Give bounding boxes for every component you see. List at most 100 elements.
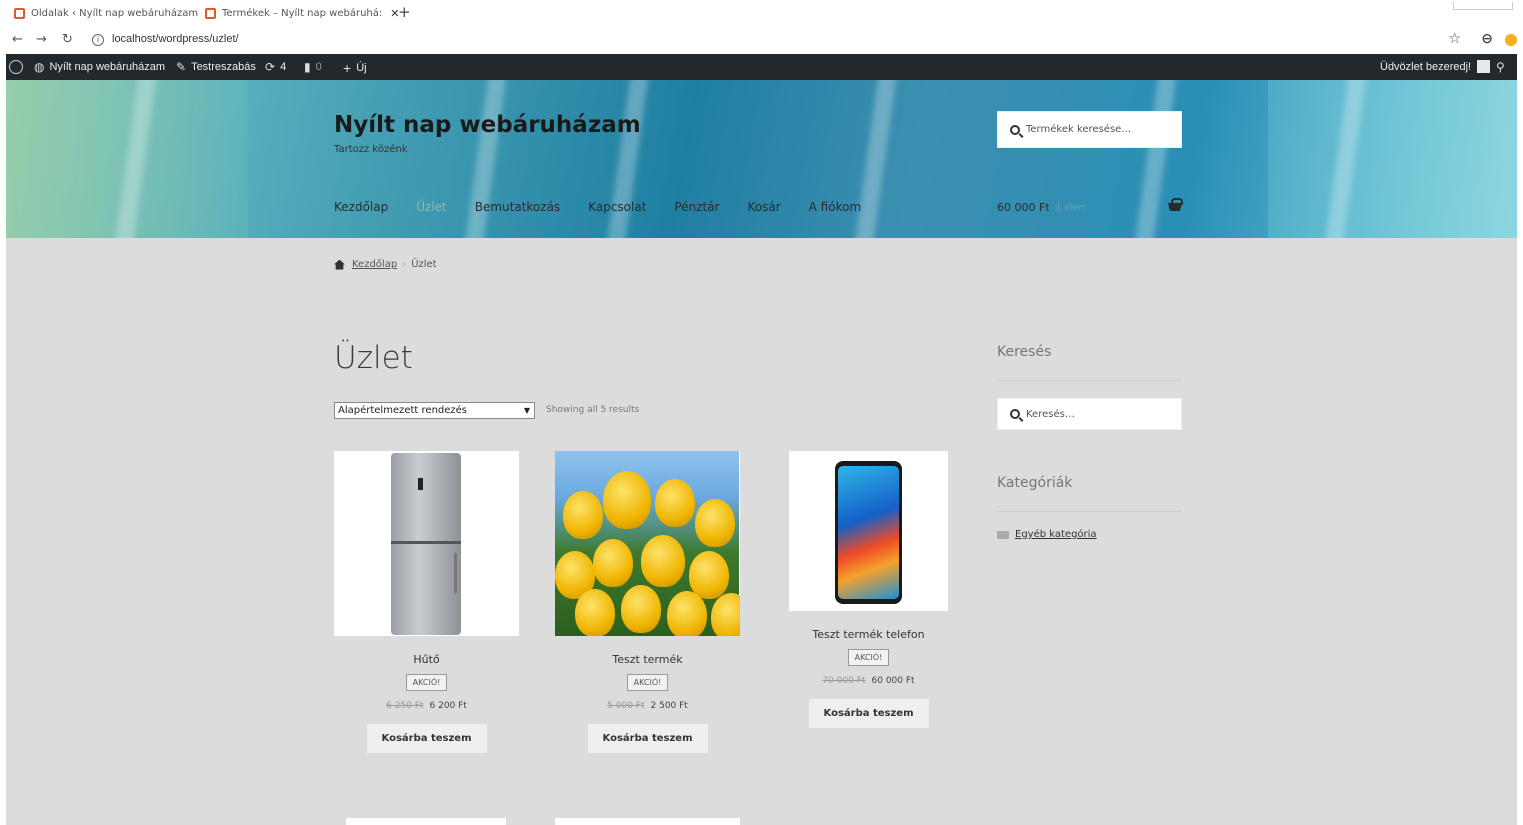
header-streak xyxy=(851,80,899,238)
product-price: 5 000 Ft 2 500 Ft xyxy=(555,701,740,711)
site-name-label: Nyílt nap webáruházam xyxy=(49,61,166,73)
cart-count: 1 elem xyxy=(1055,202,1087,213)
forward-icon[interactable]: → xyxy=(36,32,47,47)
result-count: Showing all 5 results xyxy=(546,405,640,415)
primary-navigation: Kezdőlap Üzlet Bemutatkozás Kapcsolat Pé… xyxy=(334,200,889,214)
product-image[interactable] xyxy=(789,451,948,611)
divider xyxy=(997,380,1182,381)
header-decoration xyxy=(1268,80,1517,238)
product-price: 6 250 Ft 6 200 Ft xyxy=(334,701,519,711)
product-image[interactable] xyxy=(555,818,740,825)
search-placeholder: Keresés… xyxy=(1026,408,1075,420)
browser-window: Oldalak ‹ Nyílt nap webáruházam ✕ Termék… xyxy=(6,0,1517,825)
add-to-cart-button[interactable]: Kosárba teszem xyxy=(808,699,929,728)
site-title[interactable]: Nyílt nap webáruházam xyxy=(334,112,641,138)
tab-label: Oldalak ‹ Nyílt nap webáruházam xyxy=(31,7,199,19)
profile-icon[interactable]: ⊖ xyxy=(1481,31,1493,47)
product-search-input[interactable]: Termékek keresése… xyxy=(997,111,1182,148)
orderby-select[interactable]: Alapértelmezett rendezés ▼ xyxy=(334,402,535,419)
home-icon xyxy=(334,259,345,270)
avatar xyxy=(1477,60,1491,73)
extension-icon[interactable] xyxy=(1505,34,1517,46)
site-name-menu[interactable]: ◍ Nyílt nap webáruházam xyxy=(34,60,165,74)
product-card: Teszt termék telefon AKCIÓ! 70 000 Ft 60 … xyxy=(789,451,948,728)
nav-item-checkout[interactable]: Pénztár xyxy=(674,200,719,214)
widget-title-search: Keresés xyxy=(997,344,1052,360)
cart-total: 60 000 Ft xyxy=(997,201,1050,214)
favicon-icon xyxy=(14,7,25,19)
bookmark-star-icon[interactable]: ☆ xyxy=(1448,31,1461,47)
product-price: 70 000 Ft 60 000 Ft xyxy=(789,676,948,686)
header-cart[interactable]: 60 000 Ft 1 elem xyxy=(997,198,1183,214)
comments-count: 0 xyxy=(315,61,322,73)
search-icon xyxy=(1010,409,1020,419)
customize-label: Testreszabás xyxy=(191,61,256,73)
product-card: Teszt termék AKCIÓ! 5 000 Ft 2 500 Ft Kos… xyxy=(555,451,740,753)
tab-products[interactable]: Termékek – Nyílt nap webáruhá: ✕ xyxy=(205,4,399,22)
new-tab-button[interactable]: + xyxy=(398,3,411,21)
site-header: Nyílt nap webáruházam Tartozz közénk Ter… xyxy=(6,80,1517,238)
window-controls[interactable] xyxy=(1453,2,1513,10)
sale-badge: AKCIÓ! xyxy=(626,674,669,691)
breadcrumb-home-link[interactable]: Kezdőlap xyxy=(352,259,397,270)
old-price: 6 250 Ft xyxy=(386,701,424,711)
sidebar-search-input[interactable]: Keresés… xyxy=(997,398,1182,430)
category-link[interactable]: Egyéb kategória xyxy=(1015,529,1097,540)
orderby-value: Alapértelmezett rendezés xyxy=(338,405,468,416)
reload-icon[interactable]: ↻ xyxy=(62,32,73,47)
product-name[interactable]: Teszt termék xyxy=(555,653,740,666)
old-price: 5 000 Ft xyxy=(607,701,645,711)
dropdown-arrow-icon: ▼ xyxy=(523,406,530,415)
product-card: Hűtő AKCIÓ! 6 250 Ft 6 200 Ft Kosárba tes… xyxy=(334,451,519,753)
old-price: 70 000 Ft xyxy=(822,676,866,686)
tab-label: Termékek – Nyílt nap webáruhá: xyxy=(222,7,383,19)
product-image[interactable] xyxy=(334,451,519,636)
product-image[interactable] xyxy=(346,818,506,825)
product-name[interactable]: Hűtő xyxy=(334,653,519,666)
updates-count: 4 xyxy=(280,61,287,73)
product-image[interactable] xyxy=(555,451,740,636)
basket-icon xyxy=(1168,198,1183,210)
product-name[interactable]: Teszt termék telefon xyxy=(789,628,948,641)
search-placeholder: Termékek keresése… xyxy=(1026,124,1132,135)
tab-pages[interactable]: Oldalak ‹ Nyílt nap webáruházam ✕ xyxy=(14,4,215,22)
nav-item-contact[interactable]: Kapcsolat xyxy=(588,200,646,214)
my-account-menu[interactable]: Üdvözlet bezeredj! xyxy=(1380,60,1491,73)
info-icon[interactable]: i xyxy=(92,34,104,46)
wp-admin-bar: ◍ Nyílt nap webáruházam ✎ Testreszabás ⟳… xyxy=(6,54,1517,80)
customize-link[interactable]: ✎ Testreszabás xyxy=(176,60,256,74)
url-text: localhost/wordpress/uzlet/ xyxy=(112,33,239,45)
nav-item-about[interactable]: Bemutatkozás xyxy=(475,200,560,214)
updates-icon: ⟳ xyxy=(265,60,276,74)
tab-strip: Oldalak ‹ Nyílt nap webáruházam ✕ Termék… xyxy=(6,0,1517,26)
plus-icon: + xyxy=(343,60,352,76)
header-streak xyxy=(1131,80,1179,238)
nav-item-cart[interactable]: Kosár xyxy=(748,200,781,214)
divider xyxy=(997,511,1182,512)
admin-search[interactable]: ⚲ xyxy=(1496,60,1510,74)
greeting-label: Üdvözlet bezeredj! xyxy=(1380,60,1472,73)
nav-item-home[interactable]: Kezdőlap xyxy=(334,200,388,214)
add-to-cart-button[interactable]: Kosárba teszem xyxy=(366,724,487,753)
breadcrumb: Kezdőlap › Üzlet xyxy=(334,259,437,270)
comments-link[interactable]: ▮ 0 xyxy=(304,60,322,74)
category-item[interactable]: Egyéb kategória xyxy=(997,529,1097,540)
phone-picture xyxy=(835,461,902,604)
widget-title-categories: Kategóriák xyxy=(997,475,1073,491)
add-to-cart-button[interactable]: Kosárba teszem xyxy=(587,724,708,753)
updates-link[interactable]: ⟳ 4 xyxy=(265,60,286,74)
fridge-picture xyxy=(391,453,461,635)
wp-logo-menu[interactable] xyxy=(9,60,23,74)
favicon-icon xyxy=(205,7,216,19)
nav-item-account[interactable]: A fiókom xyxy=(809,200,861,214)
address-bar: ← → ↻ i localhost/wordpress/uzlet/ ☆ ⊖ xyxy=(6,26,1517,54)
url-field[interactable]: i localhost/wordpress/uzlet/ xyxy=(92,33,239,46)
current-price: 6 200 Ft xyxy=(429,701,467,711)
nav-item-shop[interactable]: Üzlet xyxy=(416,200,447,214)
wordpress-logo-icon xyxy=(9,60,23,74)
new-content-menu[interactable]: + Új xyxy=(343,60,367,76)
page-title: Üzlet xyxy=(334,340,413,376)
sale-badge: AKCIÓ! xyxy=(405,674,448,691)
back-icon[interactable]: ← xyxy=(12,32,23,47)
new-label: Új xyxy=(356,62,367,74)
